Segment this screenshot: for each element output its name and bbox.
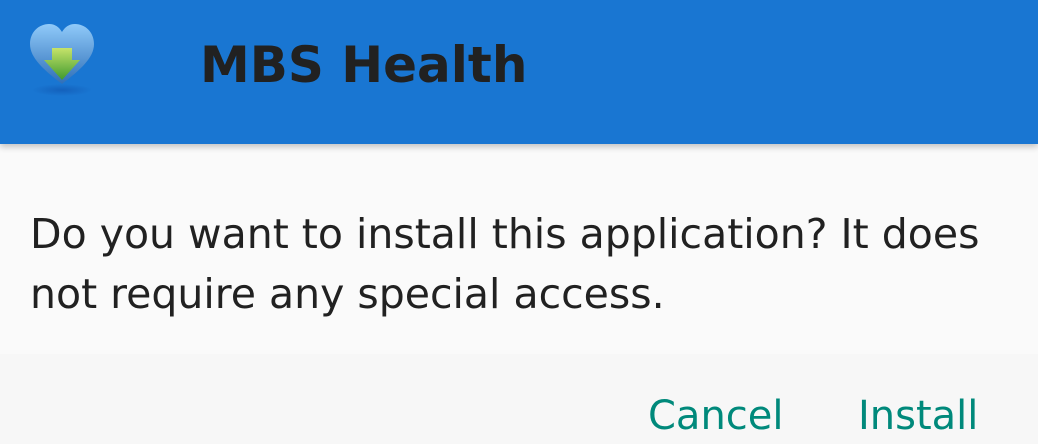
install-button[interactable]: Install bbox=[858, 390, 978, 442]
install-message: Do you want to install this application?… bbox=[30, 210, 980, 318]
dialog-body: Do you want to install this application?… bbox=[0, 144, 1038, 354]
cancel-button[interactable]: Cancel bbox=[648, 390, 784, 442]
app-title: MBS Health bbox=[200, 36, 528, 94]
app-header: MBS Health bbox=[0, 0, 1038, 144]
action-bar: Cancel Install bbox=[0, 354, 1038, 444]
install-screen: MBS Health Do you want to install this a… bbox=[0, 0, 1038, 444]
heart-arrow-icon bbox=[30, 24, 94, 96]
